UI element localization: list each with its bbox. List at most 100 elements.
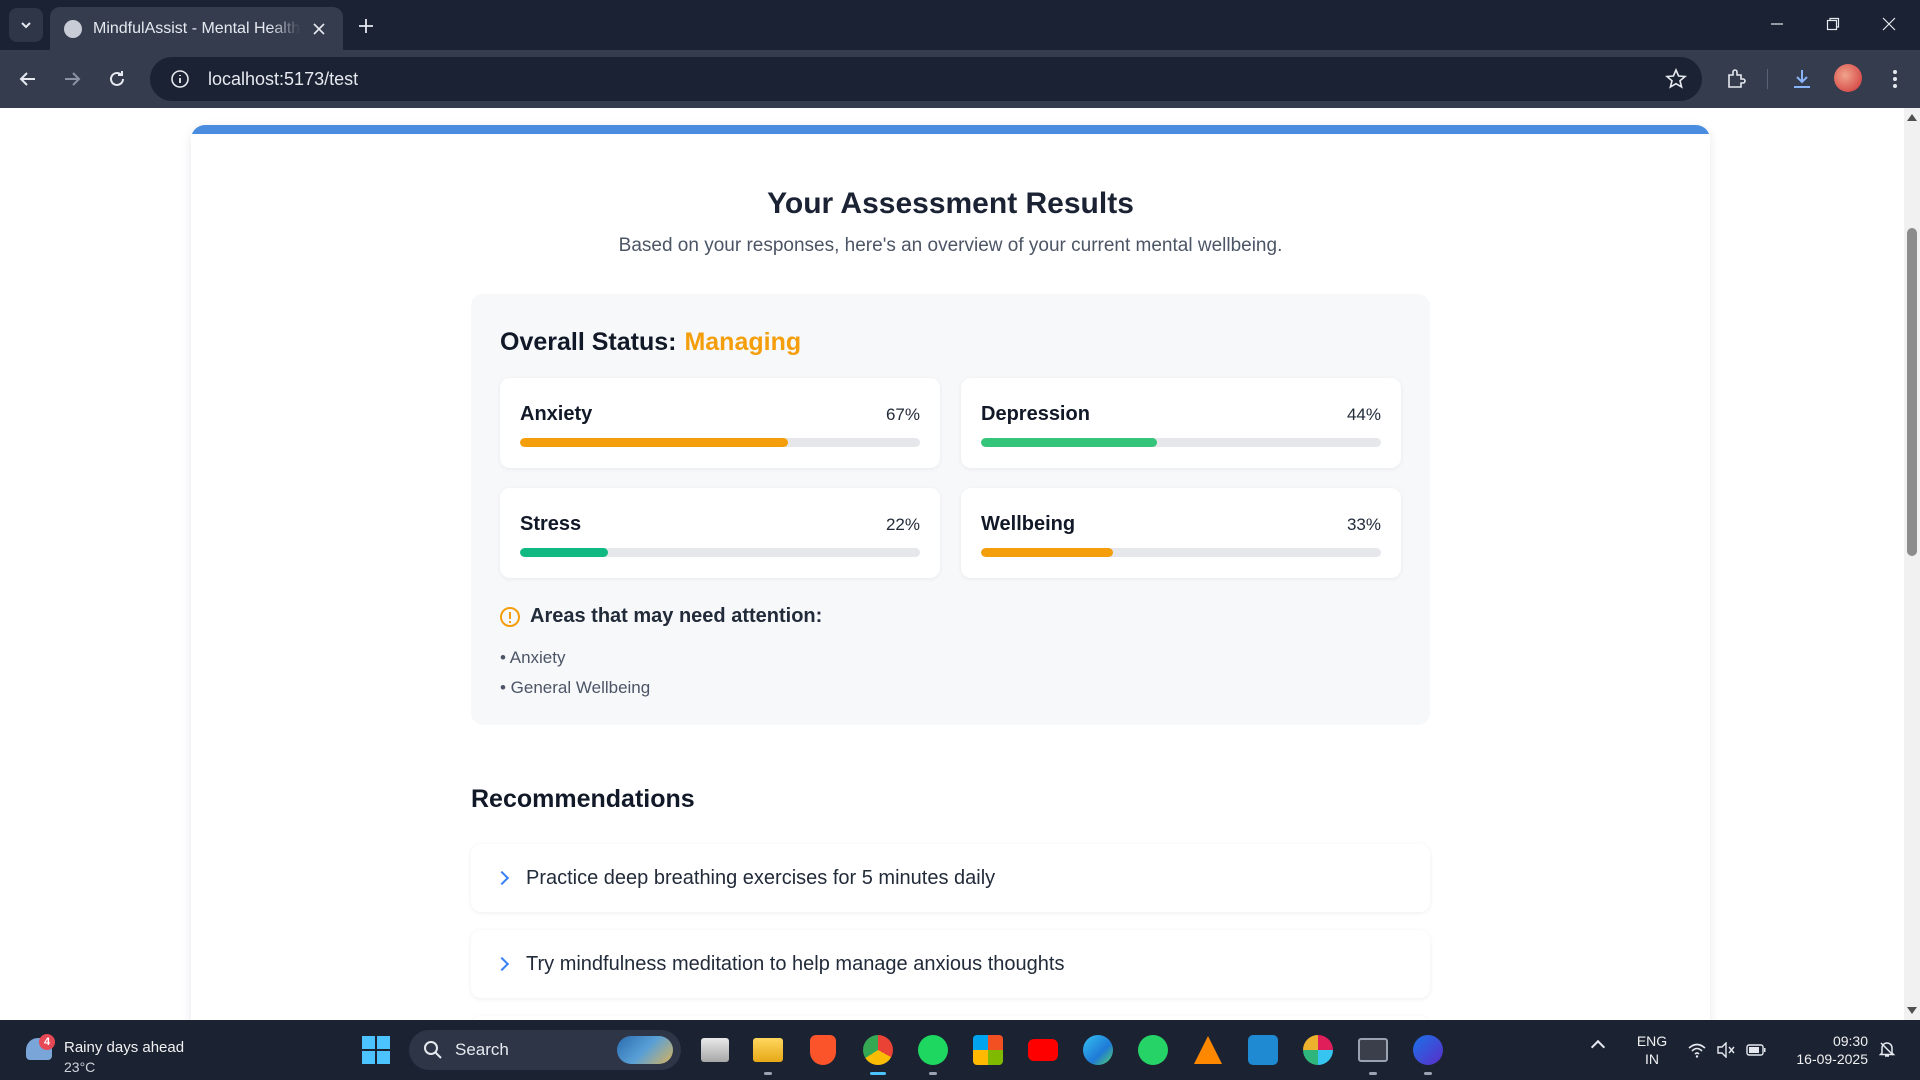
metric-name: Depression (981, 403, 1090, 425)
page-subtitle: Based on your responses, here's an overv… (618, 235, 1283, 256)
browser-tab-strip: MindfulAssist - Mental Health Assistant (0, 0, 1920, 50)
back-button[interactable] (12, 63, 44, 95)
metric-card-depression: Depression 44% (961, 378, 1401, 468)
progress-fill (520, 438, 788, 447)
app-active-indicator (870, 1072, 886, 1075)
volume-muted-icon[interactable] (1716, 1040, 1736, 1060)
url-text: localhost:5173/test (208, 68, 359, 89)
metric-card-anxiety: Anxiety 67% (500, 378, 940, 468)
page-scrollbar[interactable] (1904, 108, 1920, 1020)
chrome-icon[interactable] (860, 1032, 896, 1075)
metric-percent: 22% (885, 515, 920, 534)
download-icon[interactable] (1787, 64, 1817, 94)
notification-bell-icon[interactable] (1878, 1040, 1898, 1060)
progress-track (520, 438, 920, 447)
webex-icon[interactable] (1410, 1032, 1446, 1075)
region-code: IN (1645, 1051, 1659, 1067)
tab-search-button[interactable] (9, 8, 43, 42)
bookmark-star-icon[interactable] (1664, 67, 1688, 91)
close-icon (313, 22, 325, 35)
wifi-icon[interactable] (1687, 1040, 1707, 1060)
progress-track (520, 548, 920, 557)
site-info-icon[interactable] (158, 57, 202, 101)
windows-start-icon[interactable] (362, 1036, 390, 1064)
forward-button[interactable] (56, 63, 88, 95)
weather-widget[interactable]: 4 Rainy days ahead 23°C (22, 1028, 222, 1075)
minimize-button[interactable] (1749, 0, 1805, 48)
progress-fill (981, 548, 1113, 557)
close-window-button[interactable] (1861, 0, 1917, 48)
vlc-icon[interactable] (1190, 1032, 1226, 1068)
app-running-indicator (929, 1072, 937, 1075)
page-viewport: Your Assessment Results Based on your re… (0, 108, 1904, 1020)
overall-status-label: Overall Status: (500, 328, 677, 356)
tray-overflow-chevron-icon[interactable] (1590, 1039, 1606, 1055)
progress-track (981, 438, 1381, 447)
brave-icon[interactable] (805, 1032, 841, 1068)
clock-date: 16-09-2025 (1796, 1051, 1868, 1067)
metric-card-stress: Stress 22% (500, 488, 940, 578)
folder-icon[interactable] (750, 1032, 786, 1075)
whatsapp-icon[interactable] (1135, 1032, 1171, 1068)
list-item: • General Wellbeing (500, 678, 651, 697)
profile-avatar[interactable] (1834, 64, 1862, 92)
scroll-down-arrow[interactable] (1907, 1007, 1917, 1014)
address-bar[interactable]: localhost:5173/test (150, 57, 1702, 101)
weather-title: Rainy days ahead (64, 1039, 185, 1056)
chevron-down-icon (21, 22, 31, 29)
battery-icon[interactable] (1746, 1040, 1766, 1060)
attention-list: • Anxiety • General Wellbeing (500, 646, 650, 706)
extensions-icon[interactable] (1721, 64, 1751, 94)
spotify-icon[interactable] (915, 1032, 951, 1075)
file-explorer-icon[interactable] (697, 1032, 733, 1068)
edge-icon[interactable] (1080, 1032, 1116, 1068)
recommendations-title: Recommendations (471, 785, 695, 813)
more-menu-icon[interactable] (1880, 64, 1910, 94)
browser-tab-active[interactable]: MindfulAssist - Mental Health Assistant (50, 7, 343, 50)
attention-title: Areas that may need attention: (530, 605, 823, 627)
store-icon[interactable] (970, 1032, 1006, 1068)
browser-toolbar: localhost:5173/test (0, 50, 1920, 108)
restore-button[interactable] (1805, 0, 1861, 48)
language-code: ENG (1636, 1033, 1668, 1049)
language-indicator[interactable]: ENG IN (1636, 1032, 1668, 1068)
minimize-icon (1771, 23, 1783, 25)
youtube-icon[interactable] (1025, 1032, 1061, 1068)
recommendation-text: Practice deep breathing exercises for 5 … (526, 866, 996, 889)
arrow-right-icon (65, 72, 81, 86)
metric-name: Wellbeing (981, 513, 1076, 535)
scroll-thumb[interactable] (1907, 228, 1917, 556)
list-item: • Anxiety (500, 648, 566, 667)
recommendation-item[interactable]: Practice deep breathing exercises for 5 … (471, 844, 1430, 912)
metric-percent: 67% (885, 405, 920, 424)
scroll-up-arrow[interactable] (1907, 114, 1917, 121)
app-running-indicator (764, 1072, 772, 1075)
plus-icon (359, 19, 373, 33)
progress-fill (520, 548, 608, 557)
tab-close-button[interactable] (307, 17, 331, 41)
search-highlight-image (617, 1036, 673, 1064)
system-clock[interactable]: 09:30 16-09-2025 (1782, 1032, 1868, 1068)
reload-button[interactable] (101, 63, 133, 95)
app-running-indicator (1369, 1072, 1377, 1075)
new-tab-button[interactable] (350, 10, 382, 42)
vscode-icon[interactable] (1245, 1032, 1281, 1068)
reload-icon (110, 71, 124, 86)
notification-badge: 4 (39, 1034, 55, 1050)
recommendation-text: Try mindfulness meditation to help manag… (526, 952, 1065, 975)
card-accent-bar (191, 125, 1710, 134)
slack-icon[interactable] (1300, 1032, 1336, 1068)
chevron-right-icon (494, 956, 510, 972)
clock-time: 09:30 (1832, 1033, 1868, 1049)
terminal-icon[interactable] (1355, 1032, 1391, 1075)
restore-icon (1826, 17, 1840, 31)
progress-fill (981, 438, 1157, 447)
overall-status: Overall Status: Managing (500, 328, 801, 357)
metric-card-wellbeing: Wellbeing 33% (961, 488, 1401, 578)
weather-temp: 23°C (64, 1059, 96, 1075)
taskbar-search[interactable]: Search (409, 1030, 681, 1070)
recommendation-item[interactable]: Try mindfulness meditation to help manag… (471, 930, 1430, 998)
tab-title: MindfulAssist - Mental Health Assistant (93, 19, 301, 37)
chevron-right-icon (494, 870, 510, 886)
page-title: Your Assessment Results (767, 187, 1134, 220)
